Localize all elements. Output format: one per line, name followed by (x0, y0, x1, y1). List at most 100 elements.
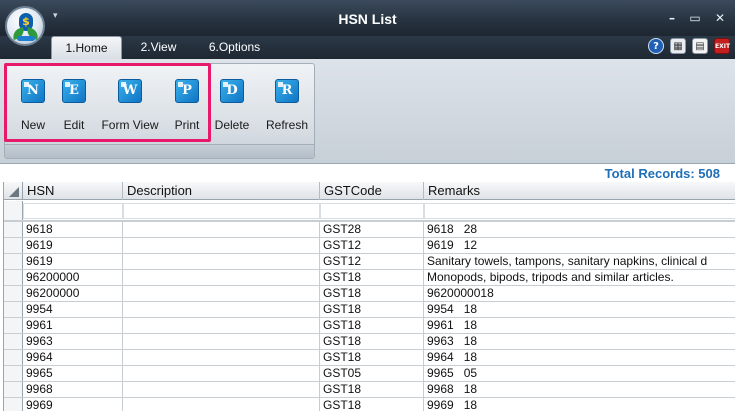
edit-button[interactable]: E Edit (57, 79, 91, 139)
cell-gstcode[interactable]: GST05 (320, 366, 424, 381)
minimize-button[interactable]: – (663, 9, 681, 27)
cell-remarks[interactable]: 9954 18 (424, 302, 735, 317)
table-row[interactable]: 96200000 GST18 9620000018 (4, 286, 735, 302)
table-row[interactable]: 96200000 GST18 Monopods, bipods, tripods a… (4, 270, 735, 286)
row-header[interactable] (4, 398, 23, 411)
row-header[interactable] (4, 318, 23, 333)
cell-description[interactable] (123, 222, 320, 237)
cell-hsn[interactable]: 9964 (23, 350, 123, 365)
cell-description[interactable] (123, 254, 320, 269)
cell-gstcode[interactable]: GST18 (320, 382, 424, 397)
cell-remarks[interactable]: 9969 18 (424, 398, 735, 411)
cell-description[interactable] (123, 318, 320, 333)
tab-home[interactable]: 1.Home (51, 36, 122, 59)
cell-remarks[interactable]: 9961 18 (424, 318, 735, 333)
cell-gstcode[interactable]: GST18 (320, 334, 424, 349)
close-button[interactable]: ✕ (711, 9, 729, 27)
cell-remarks[interactable]: 9619 12 (424, 238, 735, 253)
cell-hsn[interactable]: 9961 (23, 318, 123, 333)
cell-hsn[interactable]: 9619 (23, 238, 123, 253)
print-button[interactable]: P Print (169, 79, 205, 139)
cell-hsn[interactable]: 9968 (23, 382, 123, 397)
exit-icon[interactable]: EXIT (714, 38, 730, 54)
table-row[interactable]: 9964 GST18 9964 18 (4, 350, 735, 366)
column-header-description[interactable]: Description (123, 182, 320, 200)
row-header[interactable] (4, 270, 23, 285)
row-header[interactable] (4, 382, 23, 397)
cell-hsn[interactable]: 9619 (23, 254, 123, 269)
cell-gstcode[interactable]: GST18 (320, 270, 424, 285)
table-row[interactable]: 9619 GST12 Sanitary towels, tampons, sanit… (4, 254, 735, 270)
cell-hsn[interactable]: 9969 (23, 398, 123, 411)
cell-gstcode[interactable]: GST18 (320, 286, 424, 301)
cell-gstcode[interactable]: GST28 (320, 222, 424, 237)
row-header[interactable] (4, 302, 23, 317)
row-header[interactable] (4, 222, 23, 237)
cell-gstcode[interactable]: GST12 (320, 254, 424, 269)
cell-description[interactable] (123, 286, 320, 301)
row-header[interactable] (4, 286, 23, 301)
row-header[interactable] (4, 254, 23, 269)
maximize-button[interactable]: ▭ (686, 9, 704, 27)
row-header[interactable] (4, 334, 23, 349)
filter-input-description[interactable] (123, 203, 320, 219)
cell-gstcode[interactable]: GST18 (320, 350, 424, 365)
tab-view[interactable]: 2.View (131, 36, 186, 59)
cell-gstcode[interactable]: GST18 (320, 302, 424, 317)
cell-description[interactable] (123, 350, 320, 365)
cell-hsn[interactable]: 9954 (23, 302, 123, 317)
refresh-button[interactable]: R Refresh (261, 79, 313, 139)
table-row[interactable]: 9965 GST05 9965 05 (4, 366, 735, 382)
cell-description[interactable] (123, 302, 320, 317)
cell-hsn[interactable]: 96200000 (23, 286, 123, 301)
cell-remarks[interactable]: 9965 05 (424, 366, 735, 381)
cell-hsn[interactable]: 9618 (23, 222, 123, 237)
app-logo-icon[interactable]: $ (5, 6, 45, 46)
cell-remarks[interactable]: Monopods, bipods, tripods and similar ar… (424, 270, 735, 285)
cell-remarks[interactable]: 9963 18 (424, 334, 735, 349)
cell-remarks[interactable]: 9964 18 (424, 350, 735, 365)
filter-input-hsn[interactable] (23, 203, 123, 219)
filter-input-gstcode[interactable] (320, 203, 424, 219)
cell-remarks[interactable]: 9620000018 (424, 286, 735, 301)
cell-description[interactable] (123, 238, 320, 253)
cell-description[interactable] (123, 270, 320, 285)
cell-description[interactable] (123, 334, 320, 349)
calculator-icon[interactable]: ▦ (670, 38, 686, 54)
cell-hsn[interactable]: 96200000 (23, 270, 123, 285)
cell-description[interactable] (123, 366, 320, 381)
column-header-gstcode[interactable]: GSTCode (320, 182, 424, 200)
cell-gstcode[interactable]: GST18 (320, 318, 424, 333)
new-button[interactable]: N New (15, 79, 51, 139)
row-header[interactable] (4, 350, 23, 365)
table-row[interactable]: 9961 GST18 9961 18 (4, 318, 735, 334)
row-header[interactable] (4, 238, 23, 253)
table-row[interactable]: 9968 GST18 9968 18 (4, 382, 735, 398)
select-all-corner-icon[interactable] (4, 182, 23, 200)
column-header-remarks[interactable]: Remarks (424, 182, 735, 200)
table-row[interactable]: 9618 GST28 9618 28 (4, 222, 735, 238)
help-icon[interactable]: ? (648, 38, 664, 54)
cell-gstcode[interactable]: GST18 (320, 398, 424, 411)
hsn-grid[interactable]: HSN Description GSTCode Remarks 9618 GST2… (3, 182, 735, 411)
cell-remarks[interactable]: Sanitary towels, tampons, sanitary napki… (424, 254, 735, 269)
cell-remarks[interactable]: 9618 28 (424, 222, 735, 237)
cell-hsn[interactable]: 9963 (23, 334, 123, 349)
notepad-icon[interactable]: ▤ (692, 38, 708, 54)
form-view-button[interactable]: W Form View (97, 79, 163, 139)
table-row[interactable]: 9963 GST18 9963 18 (4, 334, 735, 350)
cell-gstcode[interactable]: GST12 (320, 238, 424, 253)
tab-options[interactable]: 6.Options (197, 36, 272, 59)
table-row[interactable]: 9954 GST18 9954 18 (4, 302, 735, 318)
cell-description[interactable] (123, 382, 320, 397)
column-header-hsn[interactable]: HSN (23, 182, 123, 200)
delete-button[interactable]: D Delete (211, 79, 253, 139)
delete-button-label: Delete (214, 118, 250, 132)
filter-input-remarks[interactable] (424, 203, 735, 219)
row-header[interactable] (4, 366, 23, 381)
table-row[interactable]: 9969 GST18 9969 18 (4, 398, 735, 411)
cell-remarks[interactable]: 9968 18 (424, 382, 735, 397)
cell-description[interactable] (123, 398, 320, 411)
cell-hsn[interactable]: 9965 (23, 366, 123, 381)
table-row[interactable]: 9619 GST12 9619 12 (4, 238, 735, 254)
